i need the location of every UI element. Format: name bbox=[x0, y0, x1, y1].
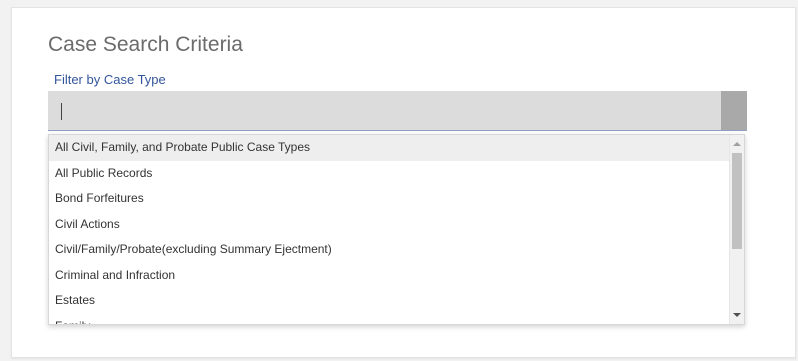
dropdown-toggle-button[interactable] bbox=[721, 91, 747, 130]
case-type-search-input[interactable] bbox=[48, 91, 721, 130]
dropdown-option[interactable]: Estates bbox=[49, 288, 744, 314]
dropdown-option[interactable]: All Public Records bbox=[49, 161, 744, 187]
text-cursor bbox=[61, 103, 62, 120]
dropdown-option[interactable]: Family bbox=[49, 314, 744, 325]
dropdown-option[interactable]: All Civil, Family, and Probate Public Ca… bbox=[49, 135, 744, 161]
dropdown-scrollbar[interactable] bbox=[729, 135, 744, 324]
filter-label: Filter by Case Type bbox=[54, 72, 166, 87]
scroll-up-arrow-icon[interactable] bbox=[730, 137, 744, 151]
case-type-combobox[interactable] bbox=[48, 91, 747, 131]
scroll-down-arrow-icon[interactable] bbox=[730, 308, 744, 322]
dropdown-option[interactable]: Civil/Family/Probate(excluding Summary E… bbox=[49, 237, 744, 263]
dropdown-option[interactable]: Civil Actions bbox=[49, 212, 744, 238]
page-title: Case Search Criteria bbox=[48, 33, 243, 56]
case-type-dropdown-list: All Civil, Family, and Probate Public Ca… bbox=[48, 134, 745, 325]
dropdown-option[interactable]: Criminal and Infraction bbox=[49, 263, 744, 289]
scrollbar-thumb[interactable] bbox=[732, 153, 742, 249]
dropdown-option[interactable]: Bond Forfeitures bbox=[49, 186, 744, 212]
